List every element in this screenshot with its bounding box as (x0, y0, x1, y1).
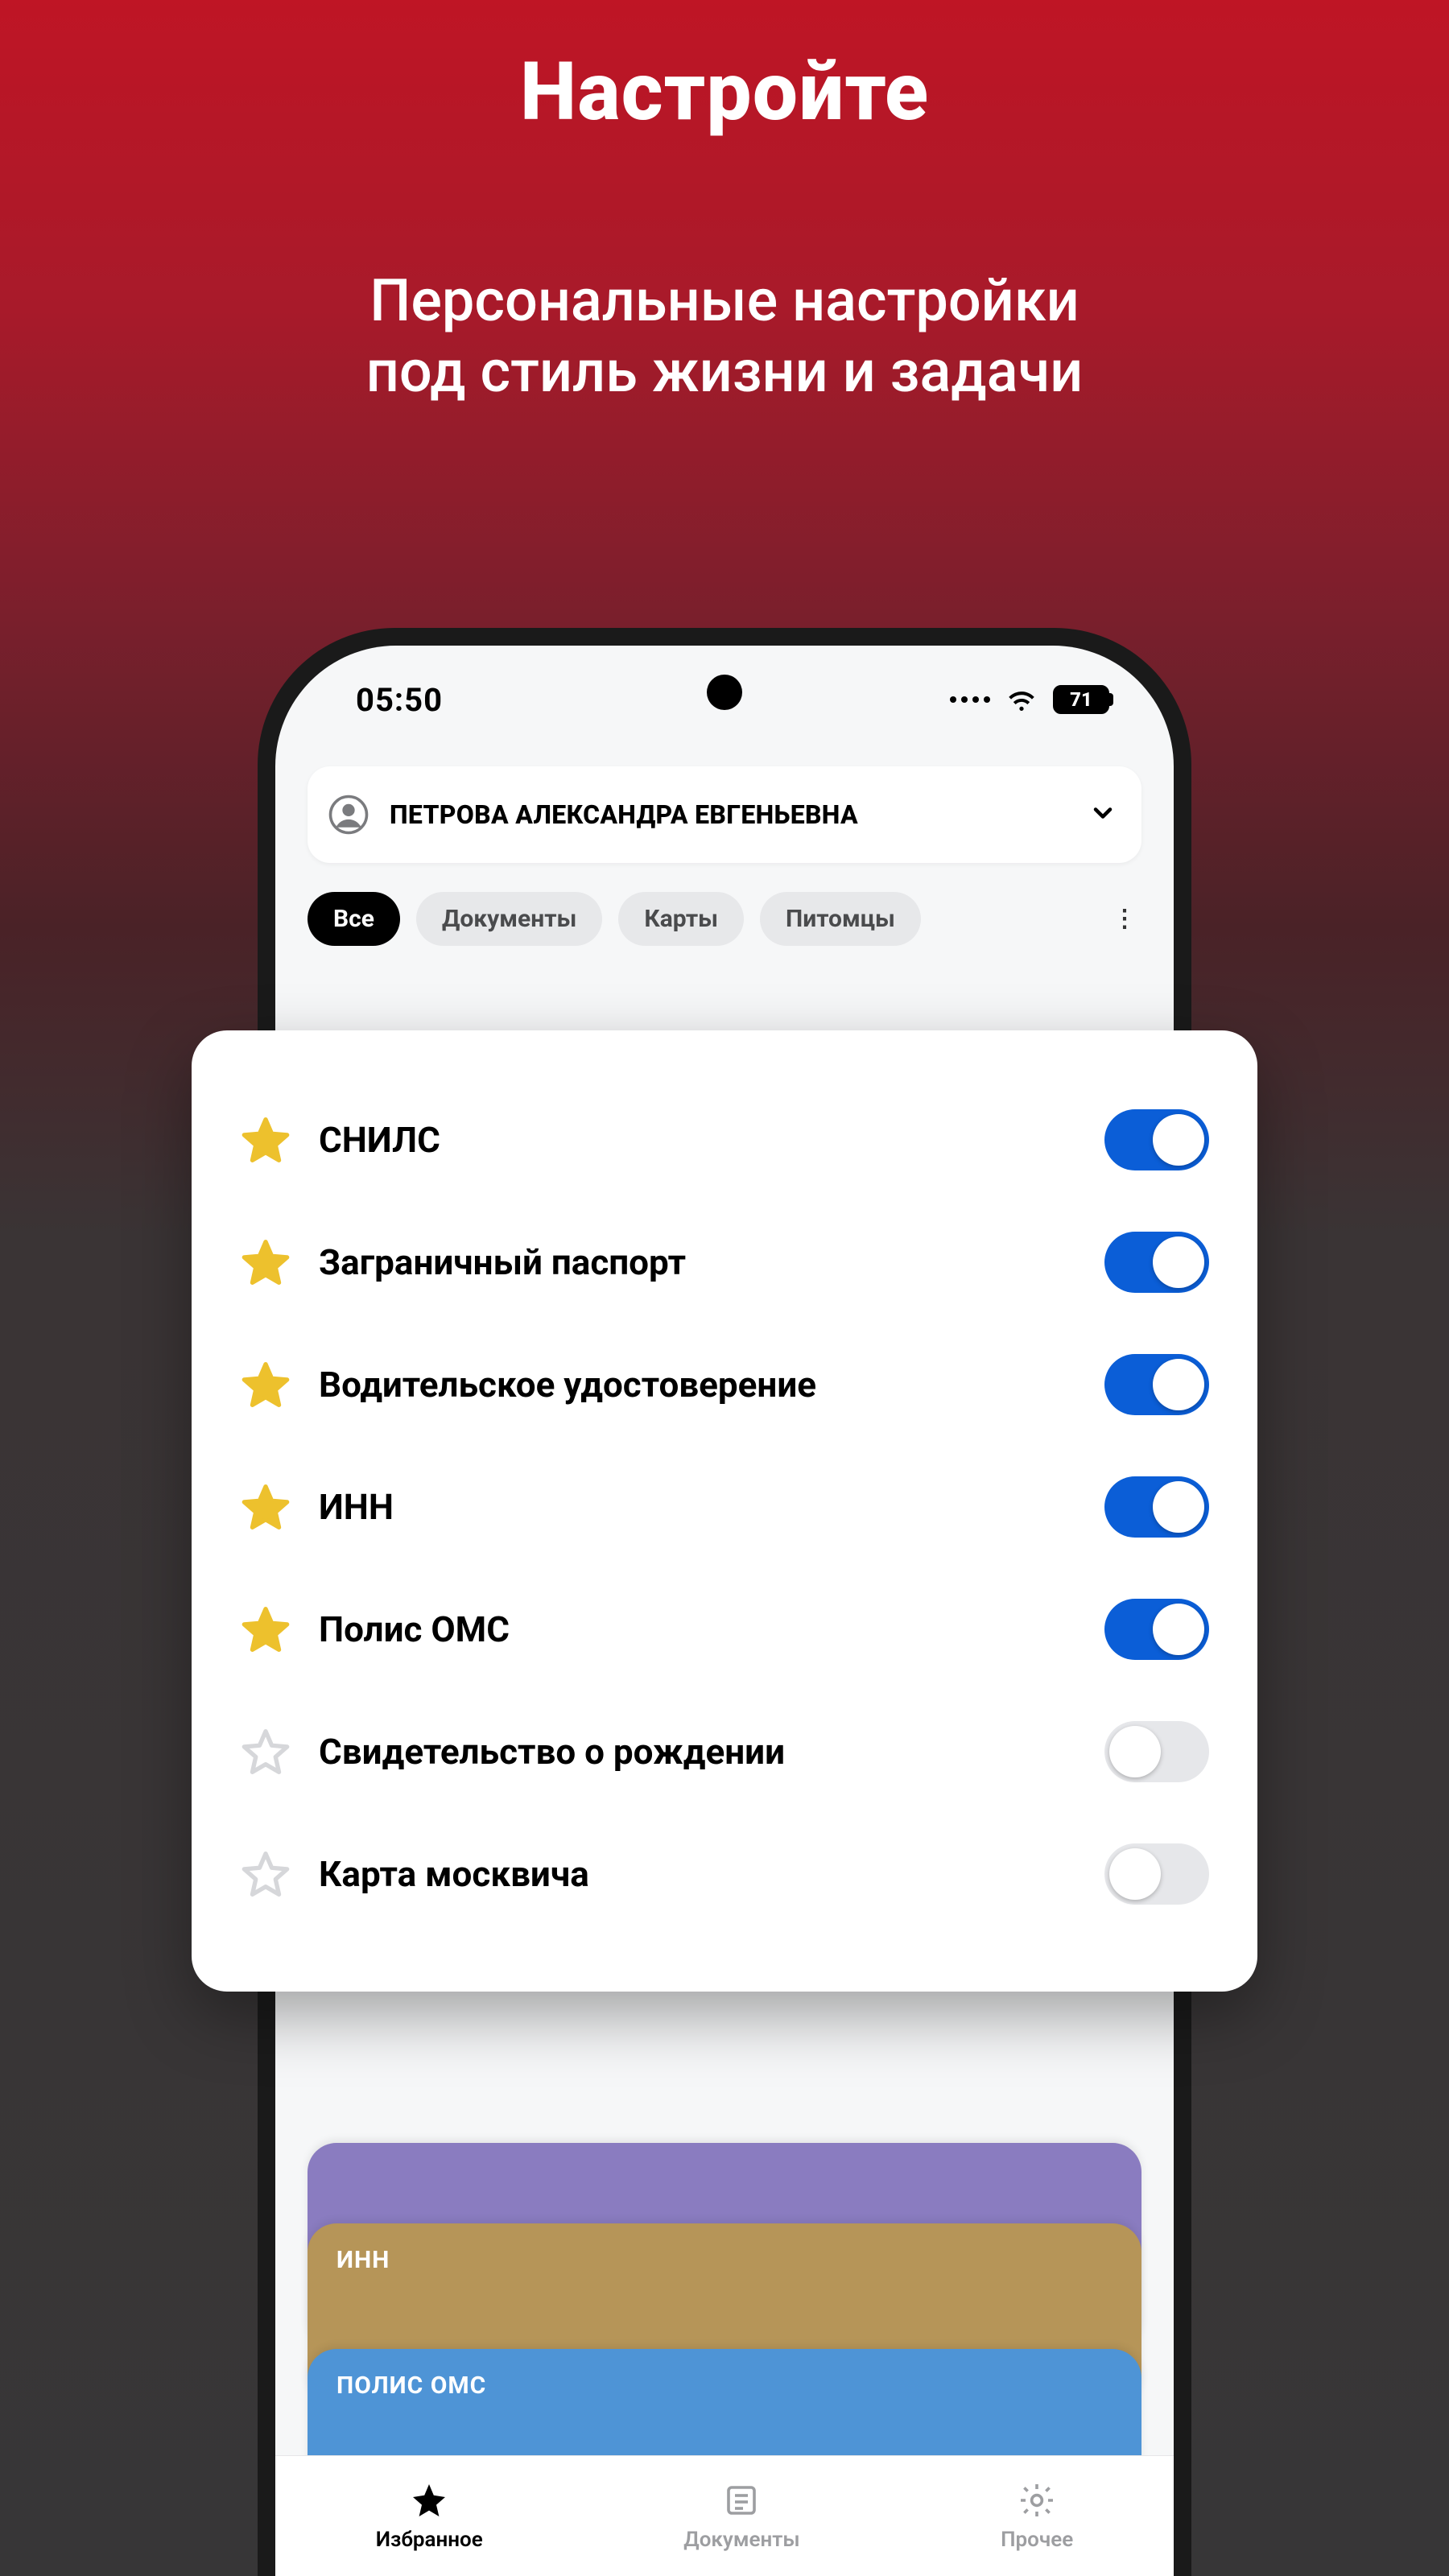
toggle-switch[interactable] (1104, 1476, 1209, 1538)
filter-chip-3[interactable]: Питомцы (760, 892, 921, 946)
tab-0[interactable]: Избранное (376, 2481, 483, 2552)
profile-name: ПЕТРОВА АЛЕКСАНДРА ЕВГЕНЬЕВНА (390, 799, 1069, 830)
settings-row-2: Водительское удостоверение (240, 1323, 1209, 1446)
tab-label: Документы (683, 2528, 799, 2552)
chevron-down-icon (1088, 799, 1117, 831)
toggle-switch[interactable] (1104, 1232, 1209, 1293)
hero-subtitle: Персональные настройки под стиль жизни и… (0, 266, 1449, 407)
tab-bar: Избранное Документы Прочее (275, 2455, 1174, 2576)
settings-row-6: Карта москвича (240, 1813, 1209, 1935)
star-icon[interactable] (240, 1236, 291, 1288)
star-icon[interactable] (240, 1848, 291, 1900)
settings-row-label: СНИЛС (319, 1119, 1077, 1161)
tab-2[interactable]: Прочее (1001, 2481, 1073, 2552)
toggle-switch[interactable] (1104, 1109, 1209, 1170)
cellular-icon (950, 696, 990, 703)
settings-row-label: Водительское удостоверение (319, 1364, 1077, 1406)
profile-selector[interactable]: ПЕТРОВА АЛЕКСАНДРА ЕВГЕНЬЕВНА (308, 766, 1141, 863)
settings-row-label: Заграничный паспорт (319, 1241, 1077, 1283)
filter-chip-0[interactable]: Все (308, 892, 400, 946)
settings-row-3: ИНН (240, 1446, 1209, 1568)
star-icon[interactable] (240, 1726, 291, 1777)
status-time: 05:50 (356, 681, 443, 719)
star-icon[interactable] (240, 1604, 291, 1655)
filter-chip-1[interactable]: Документы (416, 892, 602, 946)
settings-row-5: Свидетельство о рождении (240, 1690, 1209, 1813)
settings-row-label: Полис ОМС (319, 1608, 1077, 1650)
hero-title: Настройте (0, 45, 1449, 139)
toggle-switch[interactable] (1104, 1721, 1209, 1782)
toggle-switch[interactable] (1104, 1354, 1209, 1415)
settings-row-4: Полис ОМС (240, 1568, 1209, 1690)
wifi-icon (1005, 683, 1038, 716)
tab-label: Избранное (376, 2528, 483, 2552)
hero-subtitle-line1: Персональные настройки (369, 266, 1080, 335)
toggle-switch[interactable] (1104, 1599, 1209, 1660)
battery-icon: 71 (1053, 685, 1109, 714)
toggle-switch[interactable] (1104, 1843, 1209, 1905)
settings-row-1: Заграничный паспорт (240, 1201, 1209, 1323)
settings-row-0: СНИЛС (240, 1079, 1209, 1201)
favorites-settings-modal: СНИЛС Заграничный паспорт Водительское удо… (192, 1030, 1257, 1992)
hero-subtitle-line2: под стиль жизни и задачи (366, 337, 1084, 406)
star-icon[interactable] (240, 1114, 291, 1166)
filter-chip-2[interactable]: Карты (618, 892, 744, 946)
tab-1[interactable]: Документы (683, 2481, 799, 2552)
star-icon[interactable] (240, 1481, 291, 1533)
promo-stage: Настройте Персональные настройки под сти… (0, 0, 1449, 2576)
filter-chips: Все Документы Карты Питомцы ⋮ (308, 892, 1141, 946)
settings-row-label: Свидетельство о рождении (319, 1731, 1077, 1773)
filter-more-icon[interactable]: ⋮ (1113, 905, 1141, 933)
dynamic-island (707, 675, 742, 710)
avatar-icon (327, 793, 370, 836)
tab-label: Прочее (1001, 2528, 1073, 2552)
star-icon[interactable] (240, 1359, 291, 1410)
settings-row-label: Карта москвича (319, 1853, 1077, 1895)
status-indicators: 71 (950, 683, 1109, 716)
settings-row-label: ИНН (319, 1486, 1077, 1528)
battery-level: 71 (1070, 688, 1092, 711)
